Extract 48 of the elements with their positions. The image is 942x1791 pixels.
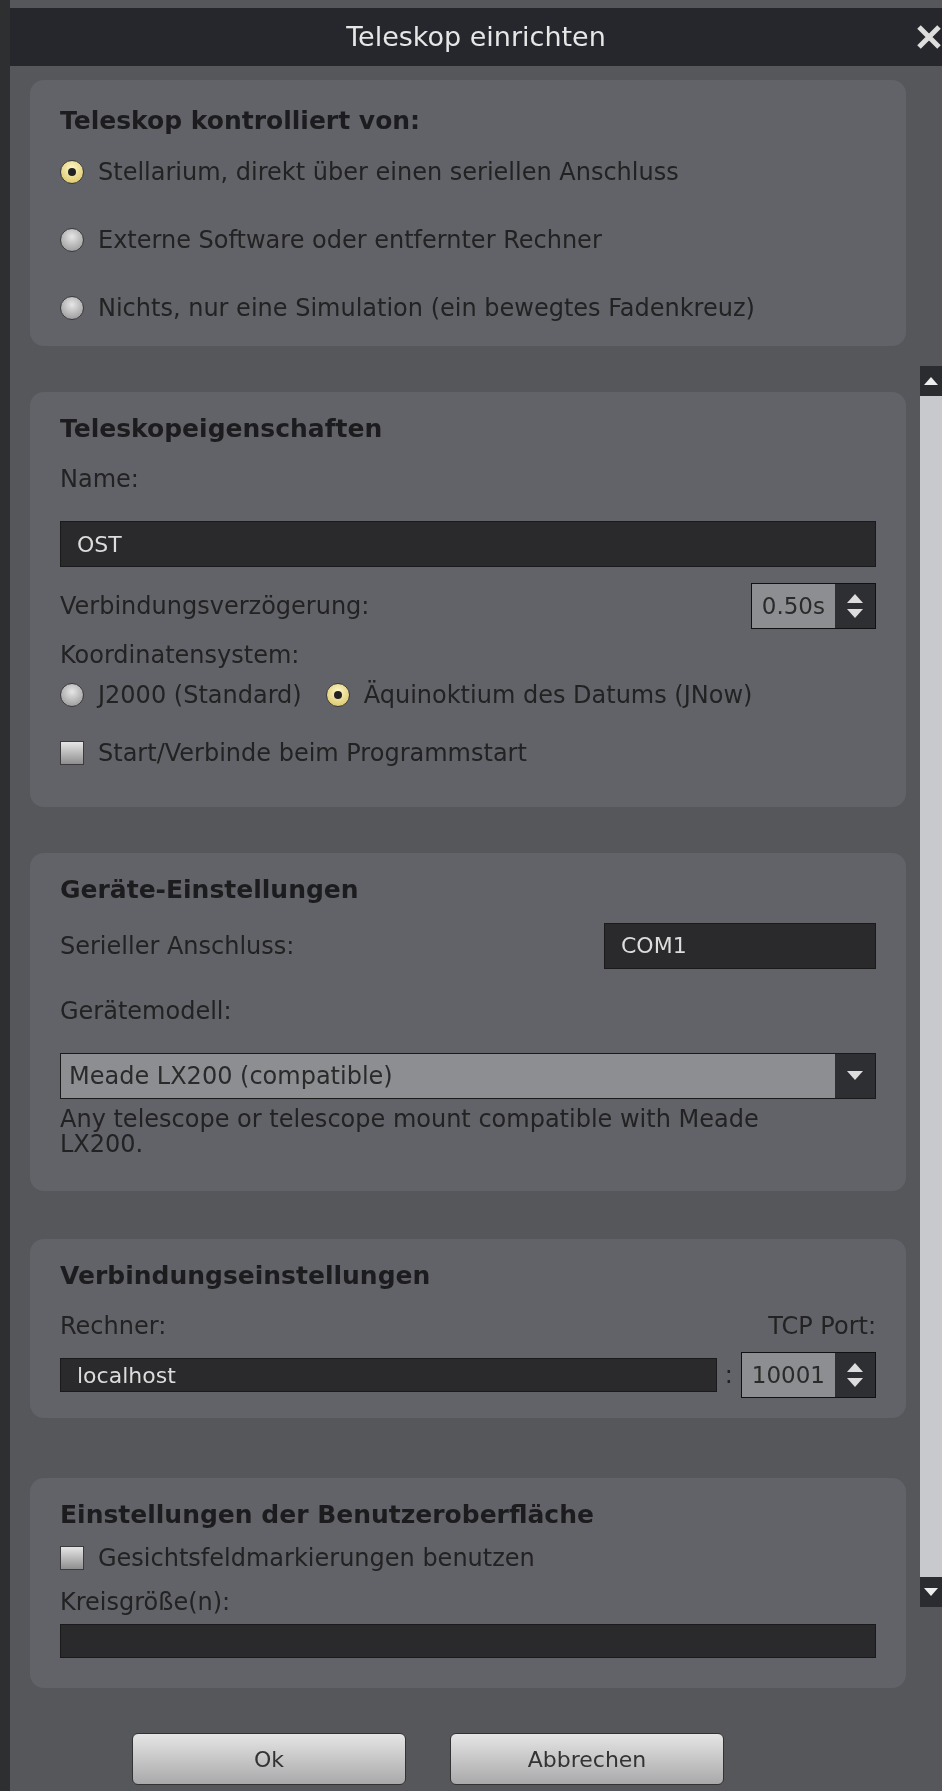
field-label: Verbindungsverzögerung:	[60, 591, 370, 622]
close-icon[interactable]	[916, 24, 942, 50]
separator-text: :	[724, 1360, 733, 1392]
field-label: Serieller Anschluss:	[60, 930, 295, 962]
spin-box[interactable]: 10001	[740, 1352, 876, 1399]
radio-button[interactable]	[60, 227, 84, 252]
spin-box[interactable]: 0.50s	[750, 583, 876, 629]
radio-label[interactable]: Nichts, nur eine Simulation (ein bewegtes Fadenkreuz)	[98, 289, 755, 326]
window-title: Teleskop einrichten	[346, 19, 606, 54]
field-label: Rechner:	[60, 1311, 167, 1343]
field-label: Gerätemodell:	[60, 995, 233, 1027]
spin-value: 0.50s	[751, 584, 835, 628]
spin-value: 10001	[741, 1353, 835, 1398]
field-label: Koordinatensystem:	[60, 640, 301, 671]
radio-button[interactable]	[60, 159, 84, 184]
circles-field[interactable]	[60, 1623, 876, 1658]
field-label: TCP Port:	[768, 1311, 876, 1343]
field-label: Name:	[60, 464, 140, 495]
dialog-button[interactable]: Ok	[132, 1733, 406, 1785]
radio-label[interactable]: Äquinoktium des Datums (JNow)	[363, 677, 753, 713]
group-title: Teleskopeigenschaften	[60, 412, 384, 445]
port-field[interactable]: COM1	[604, 922, 876, 969]
radio-label[interactable]: J2000 (Standard)	[98, 677, 302, 713]
group-title: Einstellungen der Benutzeroberfläche	[60, 1499, 595, 1532]
checkbox-label[interactable]: Start/Verbinde beim Programmstart	[98, 735, 527, 771]
checkbox-label[interactable]: Gesichtsfeldmarkierungen benutzen	[98, 1539, 535, 1576]
host-field[interactable]: localhost	[60, 1358, 717, 1393]
spin-arrows-icon[interactable]	[835, 1353, 875, 1398]
model-dropdown[interactable]: Meade LX200 (compatible)	[60, 1052, 876, 1099]
checkbox[interactable]	[60, 741, 84, 765]
spin-arrows-icon[interactable]	[835, 584, 875, 628]
down-arrow-icon[interactable]	[924, 1588, 938, 1596]
group-title: Verbindungseinstellungen	[60, 1259, 432, 1292]
group-title: Geräte-Einstellungen	[60, 874, 360, 906]
group-title: Teleskop kontrolliert von:	[60, 105, 422, 137]
radio-button[interactable]	[60, 295, 84, 320]
radio-label[interactable]: Stellarium, direkt über einen seriellen Anschluss	[98, 153, 679, 190]
dialog-button[interactable]: Abbrechen	[450, 1733, 724, 1785]
radio-button[interactable]	[325, 683, 350, 707]
description-text: Any telescope or telescope mount compatible with Meade LX200.	[60, 1106, 760, 1157]
up-arrow-icon[interactable]	[924, 377, 938, 385]
field-label: Kreisgröße(n):	[60, 1586, 232, 1618]
radio-label[interactable]: Externe Software oder entfernter Rechner	[98, 221, 602, 258]
caret-icon[interactable]	[847, 1071, 863, 1080]
name-field[interactable]: OST	[60, 521, 876, 567]
radio-button[interactable]	[60, 683, 84, 707]
scrollbar[interactable]	[920, 366, 942, 1607]
checkbox[interactable]	[60, 1545, 84, 1570]
